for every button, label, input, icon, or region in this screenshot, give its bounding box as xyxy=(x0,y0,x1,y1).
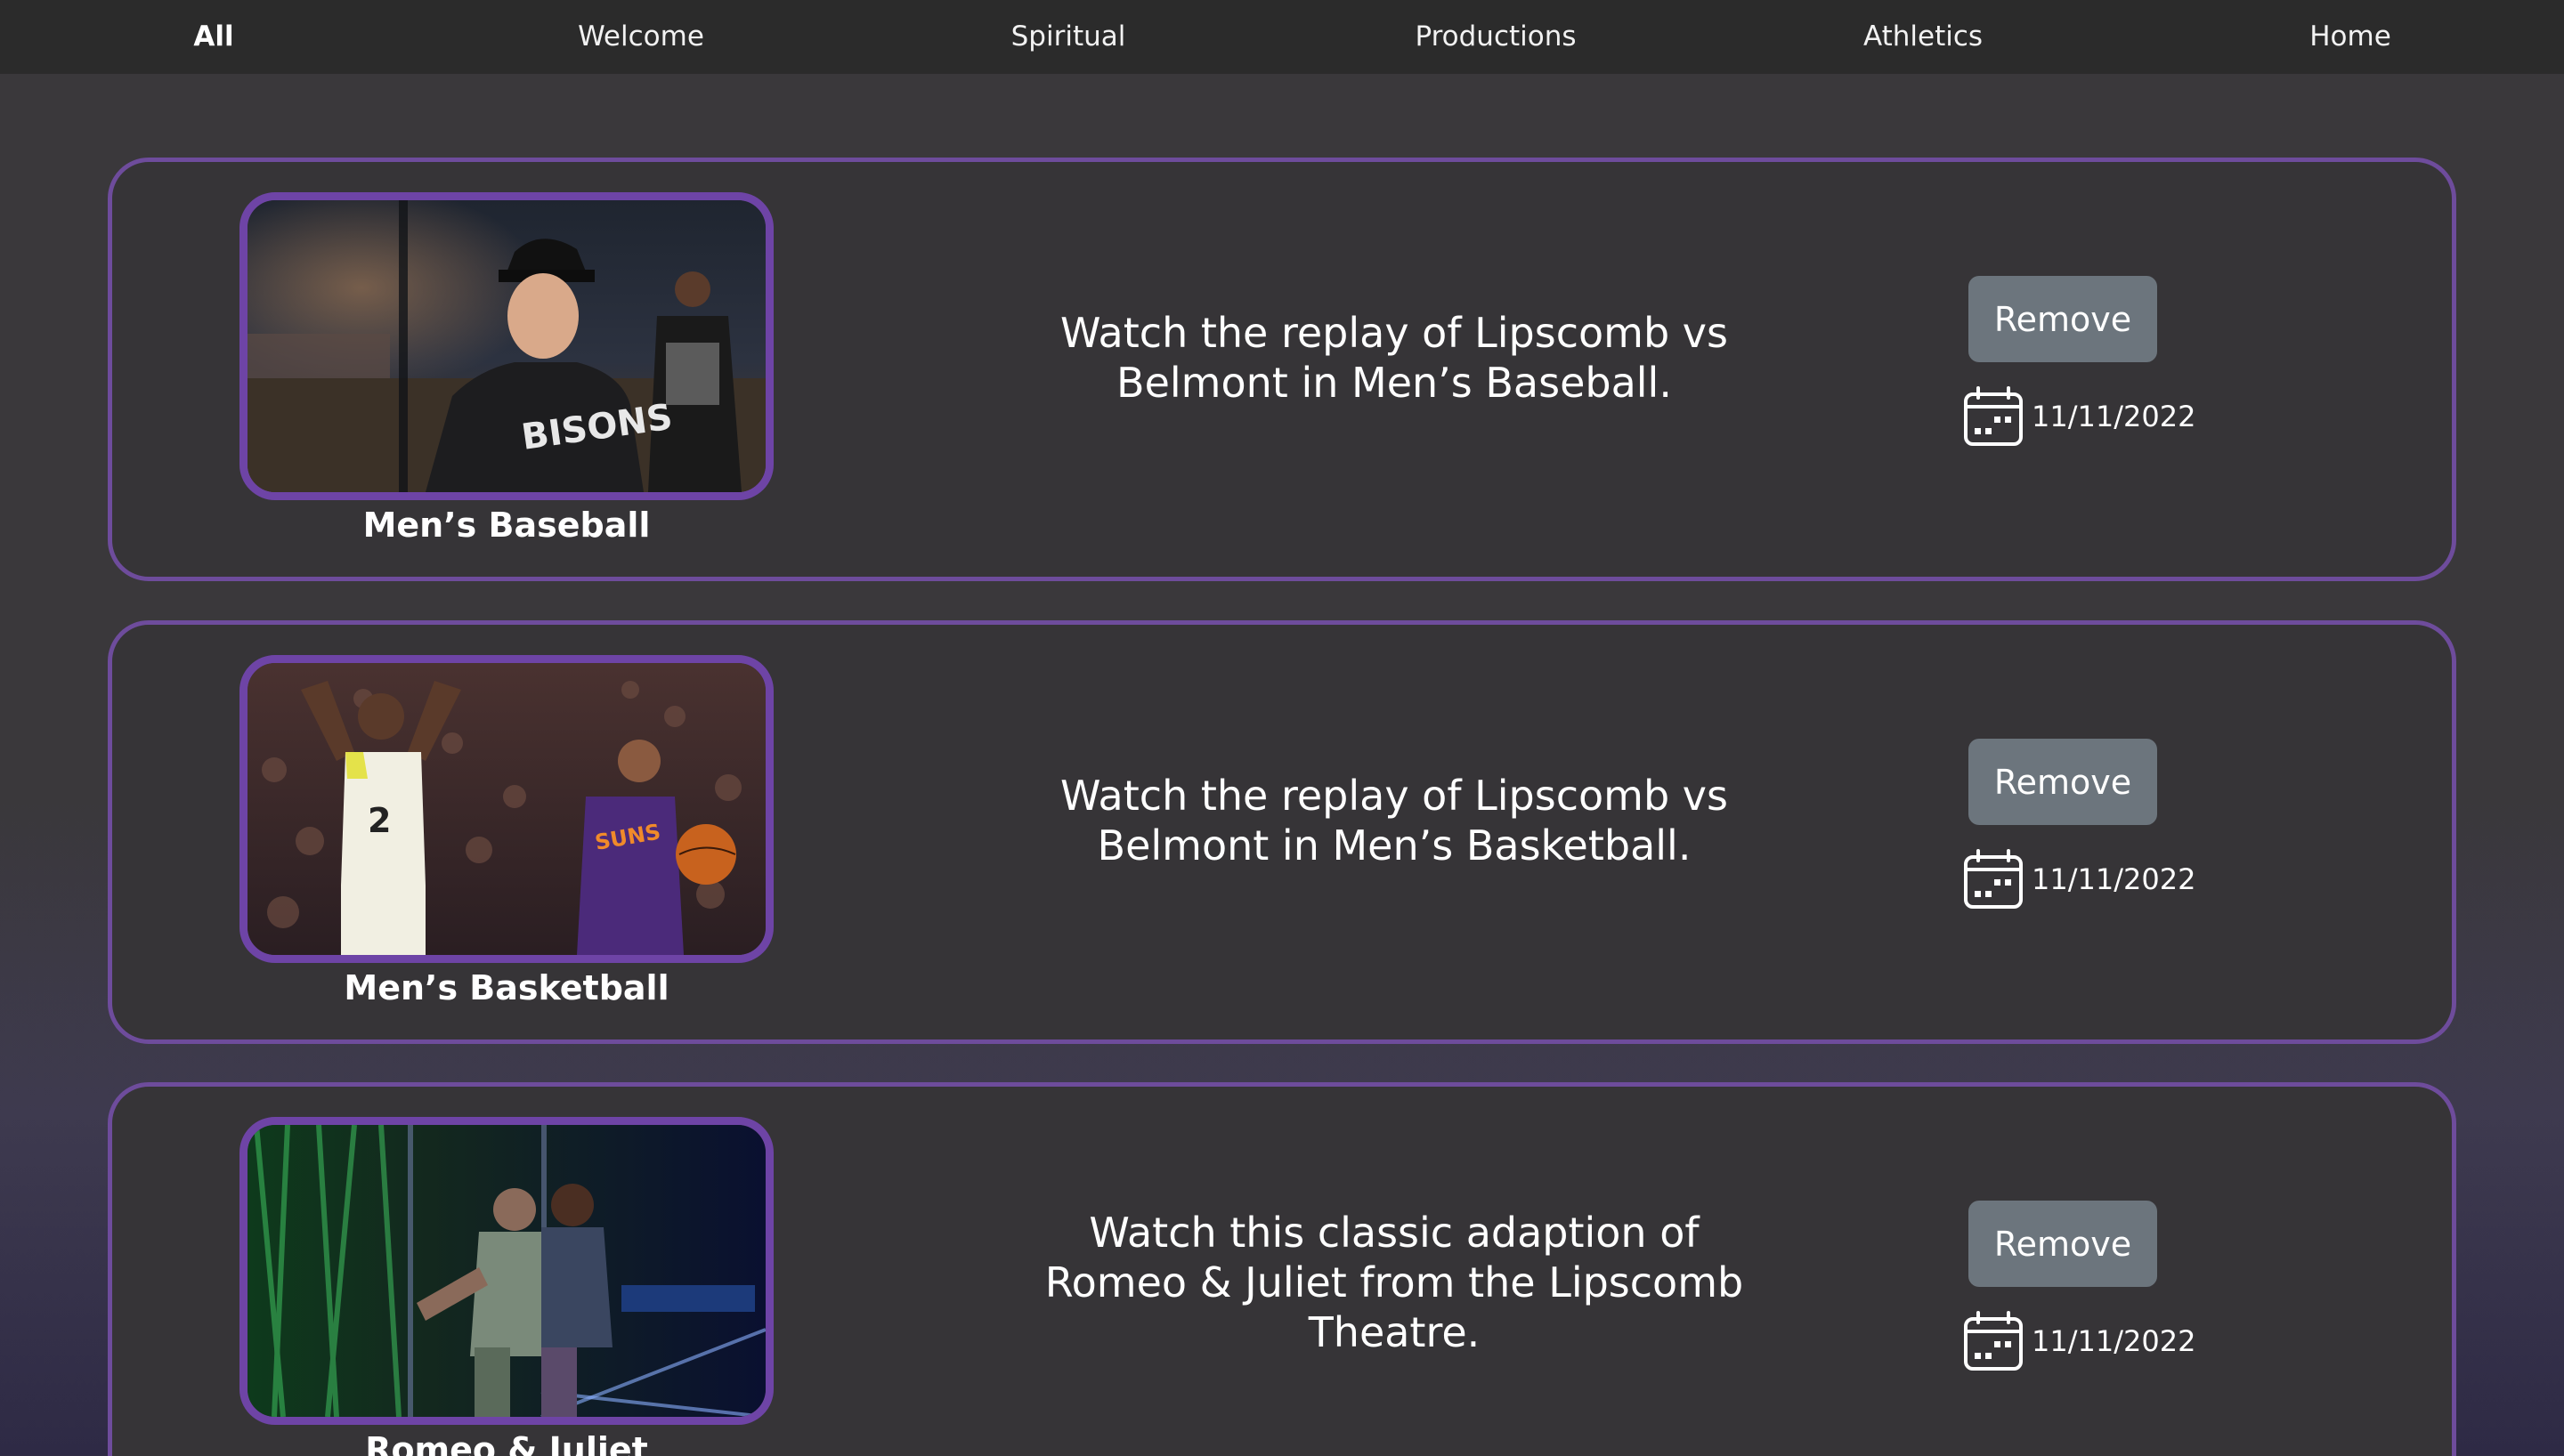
calendar-icon xyxy=(1964,1311,2023,1371)
nav-item-athletics[interactable]: Athletics xyxy=(1863,0,1983,74)
video-card: 2 SUNS Men’s Basketball Watch the replay… xyxy=(108,620,2456,1044)
nav-item-welcome[interactable]: Welcome xyxy=(578,0,704,74)
nav-item-spiritual[interactable]: Spiritual xyxy=(1011,0,1126,74)
card-description: Watch the replay of Lipscomb vs Belmont … xyxy=(1060,309,1728,407)
nav-item-home[interactable]: Home xyxy=(2309,0,2391,74)
date-row: 11/11/2022 xyxy=(1962,1310,2195,1372)
video-thumbnail[interactable] xyxy=(239,1117,774,1425)
theatre-photo xyxy=(247,1125,766,1417)
card-title: Romeo & Juliet xyxy=(365,1430,648,1456)
calendar-icon xyxy=(1964,386,2023,446)
nav-item-productions[interactable]: Productions xyxy=(1415,0,1576,74)
top-nav: All Welcome Spiritual Productions Athlet… xyxy=(0,0,2564,74)
video-thumbnail[interactable]: 2 SUNS xyxy=(239,655,774,963)
date-text: 11/11/2022 xyxy=(2032,400,2196,433)
nav-item-all[interactable]: All xyxy=(193,0,233,74)
svg-text:2: 2 xyxy=(368,801,391,840)
baseball-photo: BISONS xyxy=(247,200,766,492)
date-text: 11/11/2022 xyxy=(2032,1324,2196,1358)
date-row: 11/11/2022 xyxy=(1962,848,2195,910)
card-description: Watch this classic adaption of Romeo & J… xyxy=(1044,1209,1744,1356)
date-text: 11/11/2022 xyxy=(2032,862,2196,896)
basketball-photo: 2 SUNS xyxy=(247,663,766,955)
video-card: BISONS Men’s Baseball Watch the replay o… xyxy=(108,158,2456,581)
card-title: Men’s Baseball xyxy=(362,506,651,545)
card-title: Men’s Basketball xyxy=(344,968,669,1007)
remove-button[interactable]: Remove xyxy=(1968,1201,2157,1287)
date-row: 11/11/2022 xyxy=(1962,385,2195,448)
video-card: Romeo & Juliet Watch this classic adapti… xyxy=(108,1082,2456,1456)
video-thumbnail[interactable]: BISONS xyxy=(239,192,774,500)
remove-button[interactable]: Remove xyxy=(1968,739,2157,825)
card-description: Watch the replay of Lipscomb vs Belmont … xyxy=(1060,772,1728,870)
remove-button[interactable]: Remove xyxy=(1968,276,2157,362)
calendar-icon xyxy=(1964,849,2023,909)
